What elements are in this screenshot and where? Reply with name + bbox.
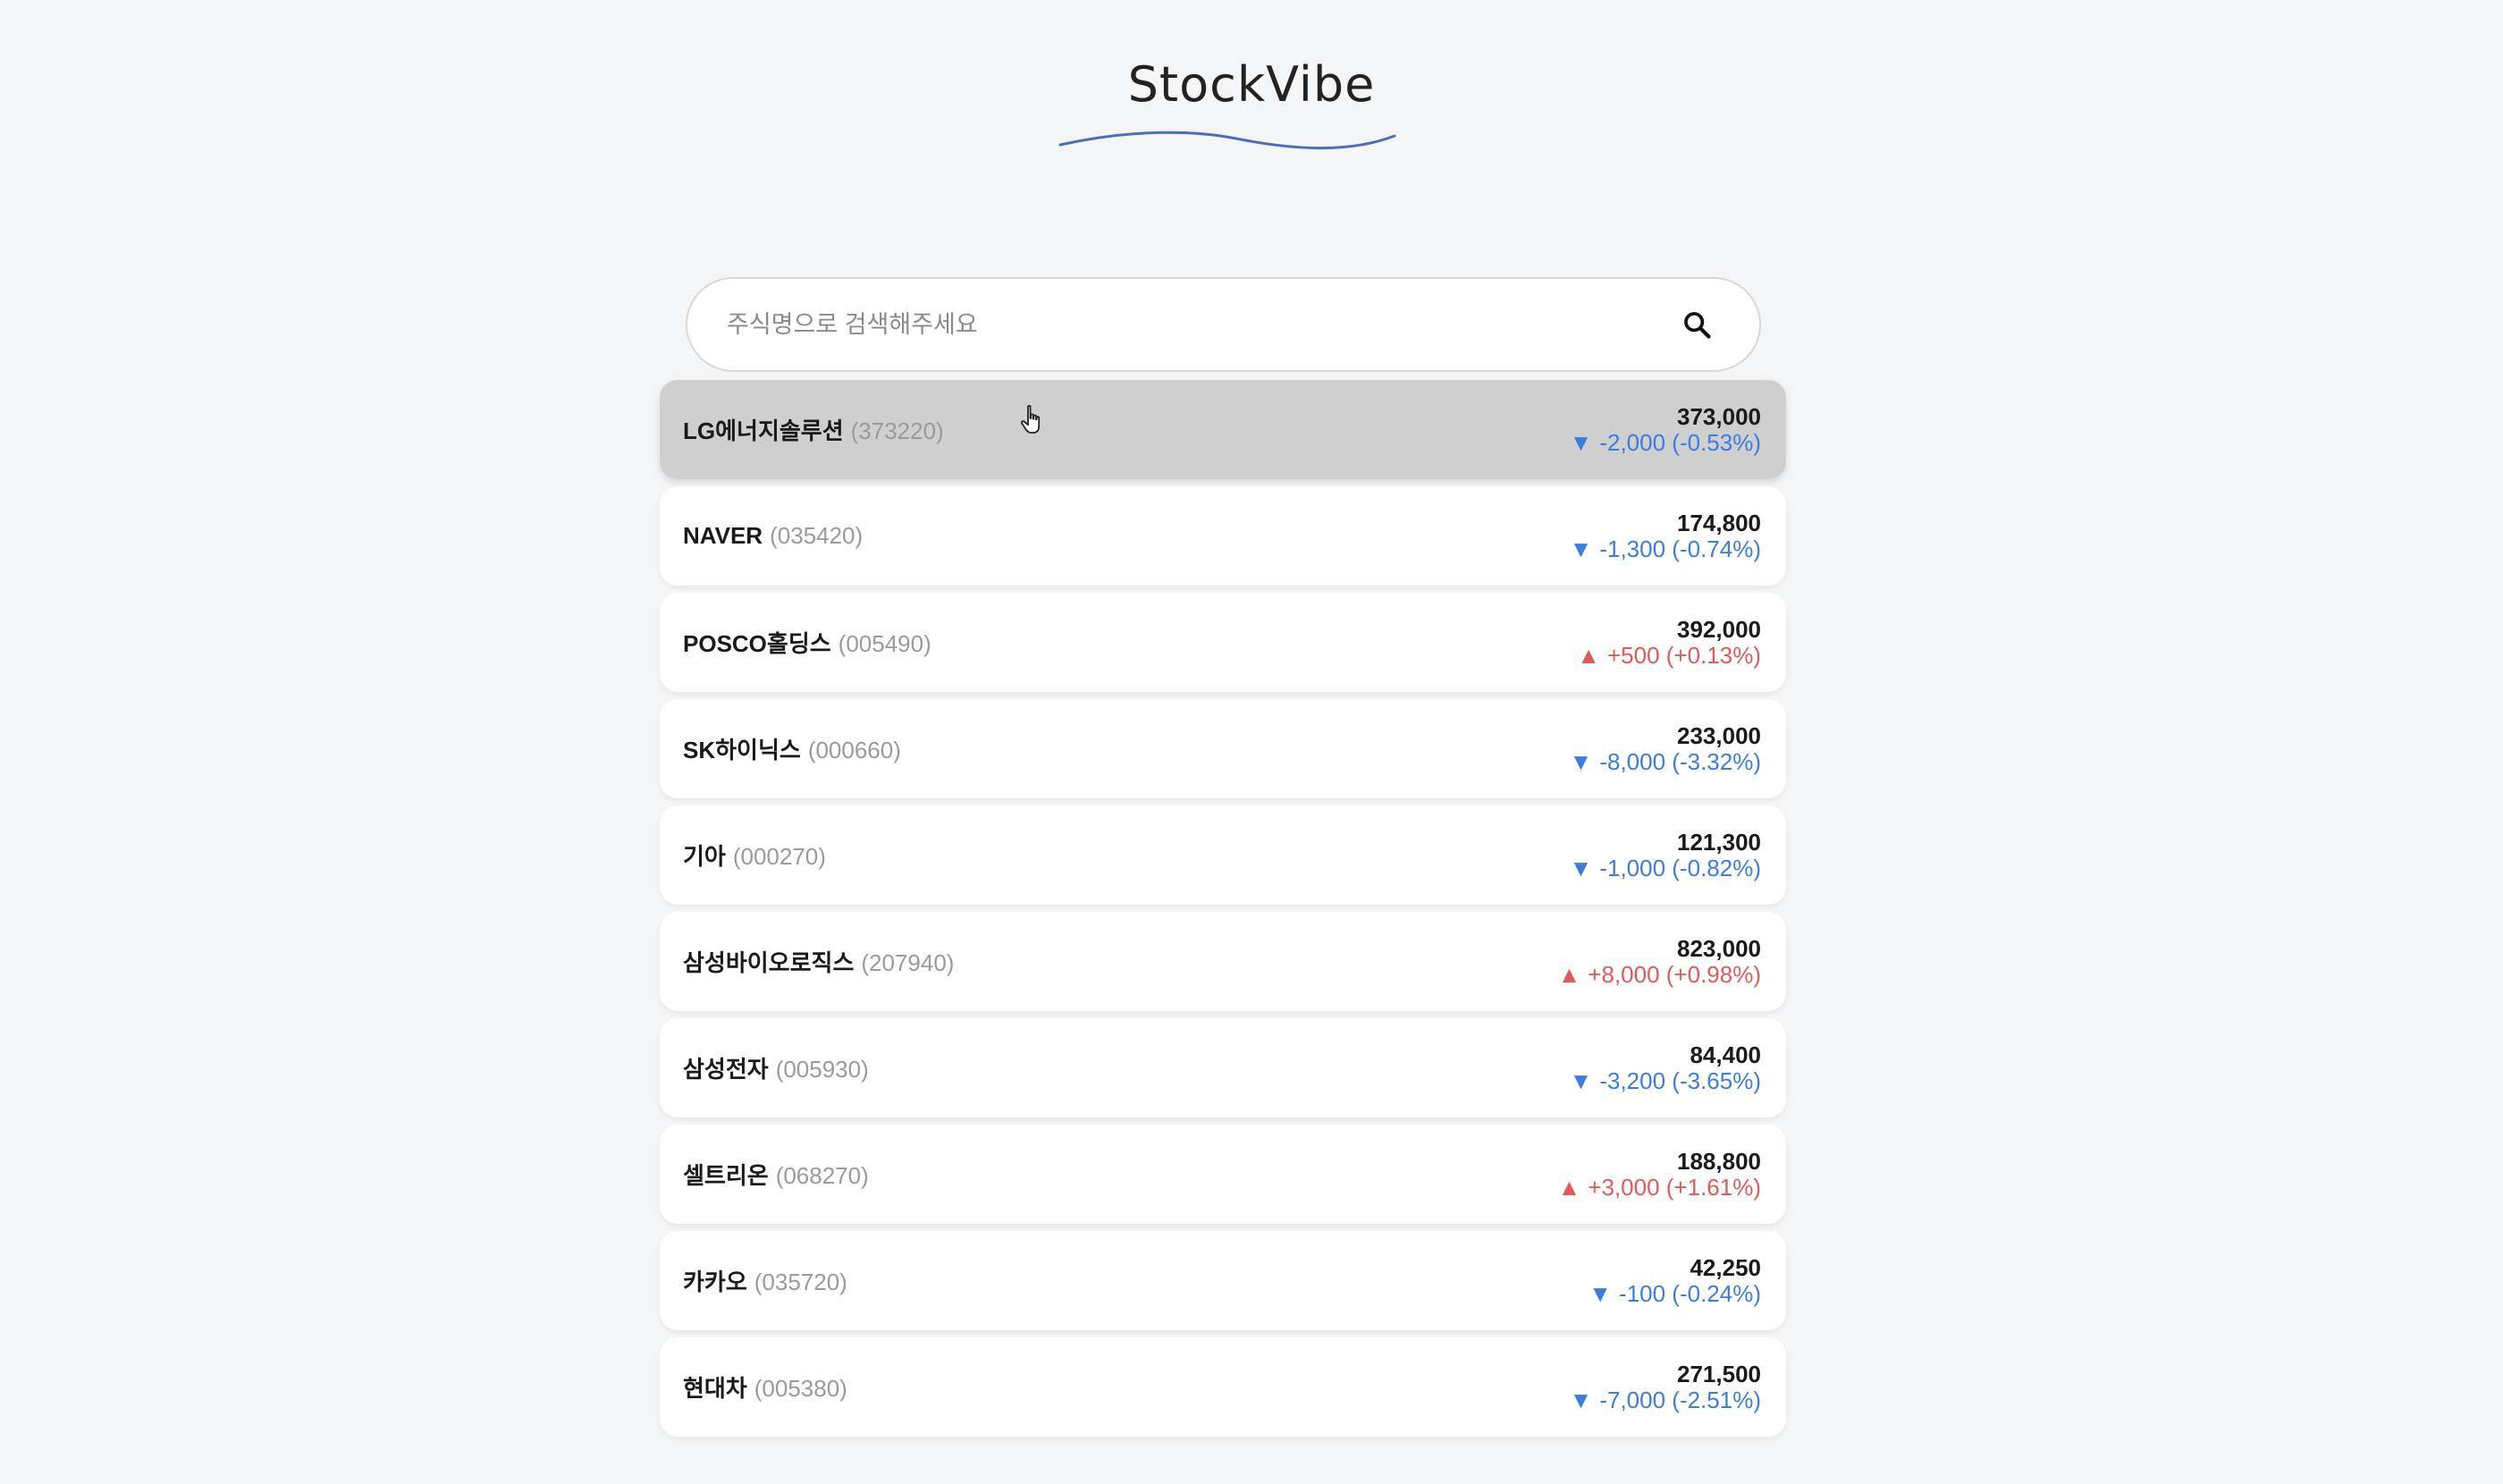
stock-title: 셀트리온 (068270): [683, 1158, 869, 1191]
stock-change: ▲ +500 (+0.13%): [1577, 641, 1761, 669]
stock-change-value: -1,300 (-0.74%): [1599, 535, 1761, 562]
stock-title: 카카오 (035720): [683, 1264, 847, 1297]
stock-price: 174,800: [1677, 509, 1761, 536]
title-wave-decoration: [1058, 131, 1396, 150]
stock-price: 233,000: [1677, 721, 1761, 749]
stock-change: ▼ -3,200 (-3.65%): [1569, 1067, 1761, 1094]
stock-quote: 84,400 ▼ -3,200 (-3.65%): [1569, 1041, 1761, 1094]
hand-cursor-icon: [1021, 405, 1041, 434]
triangle-up-icon: ▲: [1557, 1173, 1581, 1201]
stock-name: 삼성전자: [683, 1056, 769, 1083]
stock-code: (005380): [754, 1375, 847, 1402]
stock-change: ▼ -1,000 (-0.82%): [1569, 854, 1761, 881]
stock-name: 기아: [683, 843, 726, 870]
stock-row[interactable]: SK하이닉스 (000660) 233,000 ▼ -8,000 (-3.32%): [660, 699, 1786, 798]
stock-row[interactable]: 카카오 (035720) 42,250 ▼ -100 (-0.24%): [660, 1231, 1786, 1330]
stock-title: 삼성전자 (005930): [683, 1051, 869, 1084]
stock-code: (005930): [775, 1056, 869, 1083]
stock-code: (035720): [754, 1269, 847, 1295]
stock-change-value: +3,000 (+1.61%): [1588, 1173, 1761, 1201]
stock-row[interactable]: 삼성전자 (005930) 84,400 ▼ -3,200 (-3.65%): [660, 1018, 1786, 1117]
stock-quote: 271,500 ▼ -7,000 (-2.51%): [1570, 1360, 1761, 1413]
stock-row[interactable]: 삼성바이오로직스 (207940) 823,000 ▲ +8,000 (+0.98%): [660, 912, 1786, 1011]
triangle-down-icon: ▼: [1569, 747, 1593, 775]
stock-quote: 823,000 ▲ +8,000 (+0.98%): [1557, 934, 1761, 988]
stock-change-value: -100 (-0.24%): [1619, 1279, 1761, 1307]
stock-row[interactable]: POSCO홀딩스 (005490) 392,000 ▲ +500 (+0.13%): [660, 593, 1786, 692]
stock-change: ▼ -100 (-0.24%): [1589, 1279, 1761, 1307]
search-icon[interactable]: [1679, 307, 1715, 342]
stock-price: 271,500: [1677, 1360, 1761, 1387]
stock-price: 373,000: [1677, 402, 1761, 430]
stock-change: ▼ -7,000 (-2.51%): [1570, 1387, 1761, 1413]
stock-name: LG에너지솔루션: [683, 417, 844, 444]
stock-name: 카카오: [683, 1269, 747, 1295]
stock-code: (035420): [770, 522, 864, 549]
stock-change-value: -2,000 (-0.53%): [1599, 428, 1761, 456]
stock-change: ▼ -8,000 (-3.32%): [1569, 747, 1761, 775]
stock-row[interactable]: 기아 (000270) 121,300 ▼ -1,000 (-0.82%): [660, 805, 1786, 905]
stock-quote: 373,000 ▼ -2,000 (-0.53%): [1569, 402, 1761, 456]
triangle-up-icon: ▲: [1577, 641, 1600, 669]
stock-name: NAVER: [683, 522, 763, 549]
app-title: StockVibe: [1127, 56, 1376, 113]
stock-title: SK하이닉스 (000660): [683, 732, 901, 765]
stock-change-value: +500 (+0.13%): [1606, 641, 1761, 669]
stock-price: 823,000: [1677, 934, 1761, 962]
stock-change-value: -3,200 (-3.65%): [1599, 1067, 1761, 1094]
stock-price: 392,000: [1677, 615, 1761, 643]
triangle-down-icon: ▼: [1569, 1386, 1593, 1413]
stock-title: NAVER (035420): [683, 522, 863, 550]
stock-quote: 233,000 ▼ -8,000 (-3.32%): [1569, 721, 1761, 775]
stock-price: 84,400: [1690, 1041, 1761, 1068]
stock-name: POSCO홀딩스: [683, 630, 831, 657]
stock-change-value: +8,000 (+0.98%): [1588, 960, 1761, 988]
stock-quote: 392,000 ▲ +500 (+0.13%): [1577, 615, 1761, 669]
stock-code: (207940): [861, 949, 955, 976]
stock-quote: 42,250 ▼ -100 (-0.24%): [1589, 1253, 1761, 1307]
stock-code: (373220): [850, 417, 944, 444]
stock-code: (005490): [838, 630, 931, 657]
stock-title: 삼성바이오로직스 (207940): [683, 945, 954, 978]
app-header: StockVibe: [0, 49, 2503, 121]
stock-code: (068270): [775, 1162, 869, 1189]
stock-change-value: -8,000 (-3.32%): [1599, 747, 1761, 775]
stock-row[interactable]: 셀트리온 (068270) 188,800 ▲ +3,000 (+1.61%): [660, 1125, 1786, 1224]
triangle-down-icon: ▼: [1569, 1067, 1593, 1094]
stock-title: LG에너지솔루션 (373220): [683, 413, 944, 446]
stock-quote: 121,300 ▼ -1,000 (-0.82%): [1569, 828, 1761, 881]
stock-change: ▼ -2,000 (-0.53%): [1569, 428, 1761, 456]
stock-row[interactable]: NAVER (035420) 174,800 ▼ -1,300 (-0.74%): [660, 486, 1786, 586]
stock-change: ▲ +3,000 (+1.61%): [1557, 1173, 1761, 1201]
stock-name: SK하이닉스: [683, 737, 801, 763]
stock-name: 삼성바이오로직스: [683, 949, 855, 976]
stock-list: LG에너지솔루션 (373220) 373,000 ▼ -2,000 (-0.53%) N…: [660, 380, 1786, 1444]
stock-code: (000270): [732, 843, 826, 870]
stock-quote: 188,800 ▲ +3,000 (+1.61%): [1557, 1147, 1761, 1201]
stock-row[interactable]: LG에너지솔루션 (373220) 373,000 ▼ -2,000 (-0.53%): [660, 380, 1786, 479]
stock-quote: 174,800 ▼ -1,300 (-0.74%): [1570, 510, 1761, 562]
stock-title: 현대차 (005380): [683, 1370, 847, 1404]
stock-change: ▲ +8,000 (+0.98%): [1557, 960, 1761, 988]
stock-name: 현대차: [683, 1375, 747, 1402]
stock-name: 셀트리온: [683, 1162, 769, 1189]
stock-row[interactable]: 현대차 (005380) 271,500 ▼ -7,000 (-2.51%): [660, 1337, 1786, 1437]
triangle-down-icon: ▼: [1569, 854, 1593, 881]
stock-price: 188,800: [1677, 1147, 1761, 1175]
stock-change-value: -7,000 (-2.51%): [1599, 1386, 1761, 1413]
triangle-down-icon: ▼: [1569, 535, 1593, 562]
triangle-down-icon: ▼: [1569, 428, 1593, 456]
stock-price: 121,300: [1677, 828, 1761, 856]
stock-change: ▼ -1,300 (-0.74%): [1569, 535, 1761, 562]
stock-title: 기아 (000270): [683, 839, 826, 872]
stock-title: POSCO홀딩스 (005490): [683, 626, 931, 659]
triangle-down-icon: ▼: [1589, 1279, 1613, 1307]
stock-change-value: -1,000 (-0.82%): [1599, 854, 1761, 881]
search-bar: [686, 277, 1761, 372]
triangle-up-icon: ▲: [1557, 960, 1581, 988]
search-input[interactable]: [725, 309, 1679, 340]
stock-price: 42,250: [1690, 1253, 1761, 1281]
stock-code: (000660): [807, 737, 901, 763]
